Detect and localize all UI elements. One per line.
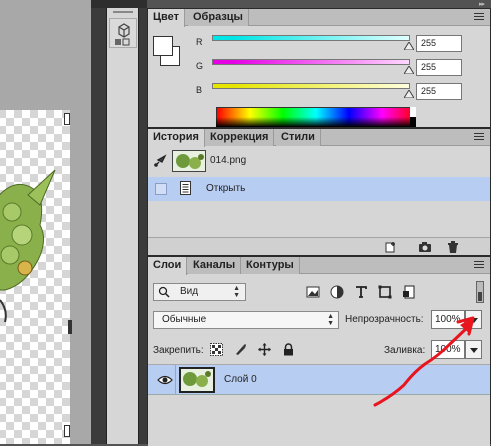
chevron-down-icon <box>470 348 478 353</box>
dragon-image <box>0 169 56 323</box>
tab-history[interactable]: История <box>148 129 205 147</box>
collapse-panel-icon[interactable]: ▸▸ <box>479 0 485 8</box>
tab-swatches[interactable]: Образцы <box>188 9 249 26</box>
chevron-down-icon <box>470 318 478 323</box>
history-state-checkbox[interactable] <box>155 183 167 195</box>
color-panel: Цвет Образцы ▸▸ R 255 G 255 B 255 <box>147 1 491 128</box>
tab-color[interactable]: Цвет <box>148 9 186 27</box>
layer-filter-select[interactable]: Вид ▲ ▼ <box>153 283 246 301</box>
history-state-open[interactable]: Открыть <box>148 177 490 201</box>
updown-arrows-icon: ▲ ▼ <box>233 285 240 299</box>
lock-all-icon[interactable] <box>282 343 295 356</box>
green-channel-slider[interactable] <box>212 59 410 65</box>
filter-adjustment-layers-icon[interactable] <box>330 285 344 299</box>
opacity-dropdown-button[interactable] <box>465 310 482 329</box>
layer-name[interactable]: Слой 0 <box>224 374 257 385</box>
dock-header <box>91 0 147 8</box>
collapsed-panel-column <box>106 8 139 444</box>
lock-position-icon[interactable] <box>258 343 271 356</box>
canvas-edge-marker <box>68 320 72 334</box>
blue-channel-input[interactable]: 255 <box>416 83 462 100</box>
snapshot-thumbnail <box>172 150 206 172</box>
fill-input[interactable]: 100% <box>431 340 465 359</box>
history-panel-tabbar: История Коррекция Стили <box>148 129 490 147</box>
tab-layers[interactable]: Слои <box>148 257 188 275</box>
tab-adjustments[interactable]: Коррекция <box>205 129 275 146</box>
filter-pixel-layers-icon[interactable] <box>306 285 320 299</box>
history-brush-icon[interactable] <box>153 154 167 168</box>
fill-label: Заливка: <box>384 345 426 356</box>
color-panel-tabbar: Цвет Образцы <box>148 9 490 27</box>
document-canvas-area[interactable] <box>0 0 91 444</box>
green-channel-label: G <box>196 61 204 71</box>
red-channel-label: R <box>196 37 203 47</box>
tab-paths[interactable]: Контуры <box>241 257 300 274</box>
red-channel-input[interactable]: 255 <box>416 35 462 52</box>
foreground-color-swatch[interactable] <box>153 36 173 56</box>
trash-icon[interactable] <box>446 240 460 254</box>
green-slider-thumb[interactable] <box>404 66 414 74</box>
history-snapshot-row[interactable]: 014.png <box>148 147 490 177</box>
panel-menu-icon[interactable] <box>472 11 486 23</box>
red-slider-thumb[interactable] <box>404 42 414 50</box>
color-spectrum-shade <box>216 117 416 127</box>
canvas-edge-handle <box>64 113 70 125</box>
history-state-label: Открыть <box>206 183 246 194</box>
filter-smart-objects-icon[interactable] <box>402 285 416 299</box>
blend-mode-label: Обычные <box>162 314 207 325</box>
lock-image-pixels-icon[interactable] <box>234 343 247 356</box>
black-white-swatch[interactable] <box>410 107 416 127</box>
filter-toggle-switch[interactable] <box>476 281 484 303</box>
blue-channel-label: B <box>196 85 203 95</box>
layer-filter-label: Вид <box>180 286 199 297</box>
eye-visibility-icon[interactable] <box>157 374 173 386</box>
filter-shape-layers-icon[interactable] <box>378 285 392 299</box>
history-panel: История Коррекция Стили 014.png Открыть <box>147 128 491 256</box>
opacity-input[interactable]: 100% <box>431 310 465 329</box>
filter-type-layers-icon[interactable] <box>354 285 368 299</box>
3d-cube-icon <box>115 23 130 46</box>
search-icon <box>158 286 170 298</box>
camera-icon[interactable] <box>418 240 432 254</box>
panel-menu-icon[interactable] <box>472 259 486 271</box>
lock-label: Закрепить: <box>153 345 204 356</box>
green-channel-input[interactable]: 255 <box>416 59 462 76</box>
snapshot-label: 014.png <box>210 155 247 166</box>
layers-panel-tabbar: Слои Каналы Контуры <box>148 257 490 275</box>
blue-slider-thumb[interactable] <box>404 90 414 98</box>
panel-menu-icon[interactable] <box>472 131 486 143</box>
3d-panel-button[interactable] <box>109 18 137 48</box>
dock-grip[interactable] <box>113 11 133 13</box>
divider <box>175 365 176 395</box>
blue-channel-slider[interactable] <box>212 83 410 89</box>
document-icon <box>180 181 191 195</box>
new-document-from-state-icon[interactable] <box>384 240 398 254</box>
history-toolbar <box>148 237 490 255</box>
opacity-label: Непрозрачность: <box>345 314 424 325</box>
layers-list-empty-area <box>148 396 490 446</box>
lock-transparent-pixels-icon[interactable] <box>210 343 223 356</box>
canvas-edge-handle <box>64 425 70 437</box>
updown-arrows-icon: ▲ ▼ <box>327 313 334 327</box>
tab-channels[interactable]: Каналы <box>188 257 242 274</box>
panel-dock-strip <box>91 0 147 444</box>
layers-panel: Слои Каналы Контуры Вид ▲ ▼ Обычные ▲ ▼ Не… <box>147 256 491 446</box>
red-channel-slider[interactable] <box>212 35 410 41</box>
fill-dropdown-button[interactable] <box>465 340 482 359</box>
blend-mode-select[interactable]: Обычные ▲ ▼ <box>153 311 339 329</box>
layer-row[interactable]: Слой 0 <box>148 365 490 395</box>
layer-thumbnail[interactable] <box>179 367 215 393</box>
tab-styles[interactable]: Стили <box>276 129 321 146</box>
